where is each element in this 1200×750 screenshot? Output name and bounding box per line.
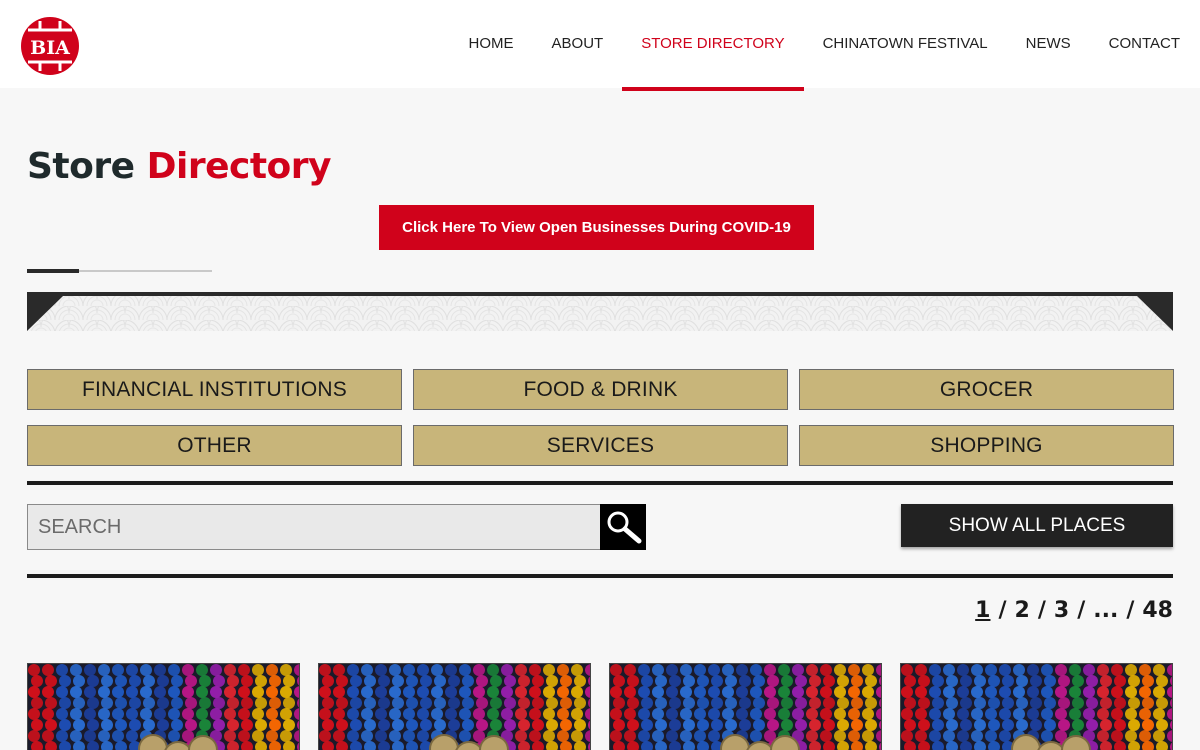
nav-home[interactable]: HOME [450,0,533,88]
page-title-part1: Store [27,146,135,187]
category-grid: FINANCIAL INSTITUTIONS FOOD & DRINK GROC… [27,369,1174,466]
page-1-link[interactable]: 1 [975,598,990,623]
search-button[interactable] [600,504,646,550]
nav-about[interactable]: ABOUT [533,0,623,88]
category-financial-institutions[interactable]: FINANCIAL INSTITUTIONS [27,369,402,410]
search-input[interactable] [27,504,600,550]
bia-logo[interactable]: BIA [20,16,80,76]
search-bar [27,504,646,550]
logo-text: BIA [30,37,70,59]
divider-bottom [27,574,1173,578]
page-3-link[interactable]: 3 [1054,598,1069,623]
category-services[interactable]: SERVICES [413,425,788,466]
page-last-link[interactable]: 48 [1142,598,1173,623]
page-separator: / [1126,598,1135,623]
store-card-list [27,663,1173,750]
title-underline-accent [27,269,79,273]
nav-store-directory[interactable]: STORE DIRECTORY [622,0,804,91]
divider-top [27,481,1173,485]
store-card[interactable] [318,663,591,750]
page-separator: / [998,598,1007,623]
title-underline [27,269,212,273]
decorative-banner [27,292,1173,331]
store-card-image [28,664,299,750]
covid-open-businesses-button[interactable]: Click Here To View Open Businesses Durin… [379,205,814,250]
page-title-part2: Directory [146,146,332,187]
store-card[interactable] [609,663,882,750]
page-ellipsis: ... [1093,598,1119,623]
site-header: BIA HOME ABOUT STORE DIRECTORY CHINATOWN… [0,0,1200,91]
show-all-places-button[interactable]: SHOW ALL PLACES [901,504,1173,547]
store-card-image [610,664,881,750]
store-card[interactable] [27,663,300,750]
category-other[interactable]: OTHER [27,425,402,466]
store-card[interactable] [900,663,1173,750]
store-card-image [319,664,590,750]
nav-news[interactable]: NEWS [1007,0,1090,88]
main-nav: HOME ABOUT STORE DIRECTORY CHINATOWN FES… [450,0,1180,91]
magnifier-icon [607,511,642,544]
category-grocer[interactable]: GROCER [799,369,1174,410]
category-shopping[interactable]: SHOPPING [799,425,1174,466]
pagination: 1 / 2 / 3 / ... / 48 [975,598,1173,623]
store-card-image [901,664,1172,750]
category-food-drink[interactable]: FOOD & DRINK [413,369,788,410]
nav-chinatown-festival[interactable]: CHINATOWN FESTIVAL [804,0,1007,88]
page-2-link[interactable]: 2 [1015,598,1030,623]
page-separator: / [1077,598,1086,623]
nav-contact[interactable]: CONTACT [1090,0,1180,88]
page-title: Store Directory [27,146,332,187]
page-separator: / [1037,598,1046,623]
